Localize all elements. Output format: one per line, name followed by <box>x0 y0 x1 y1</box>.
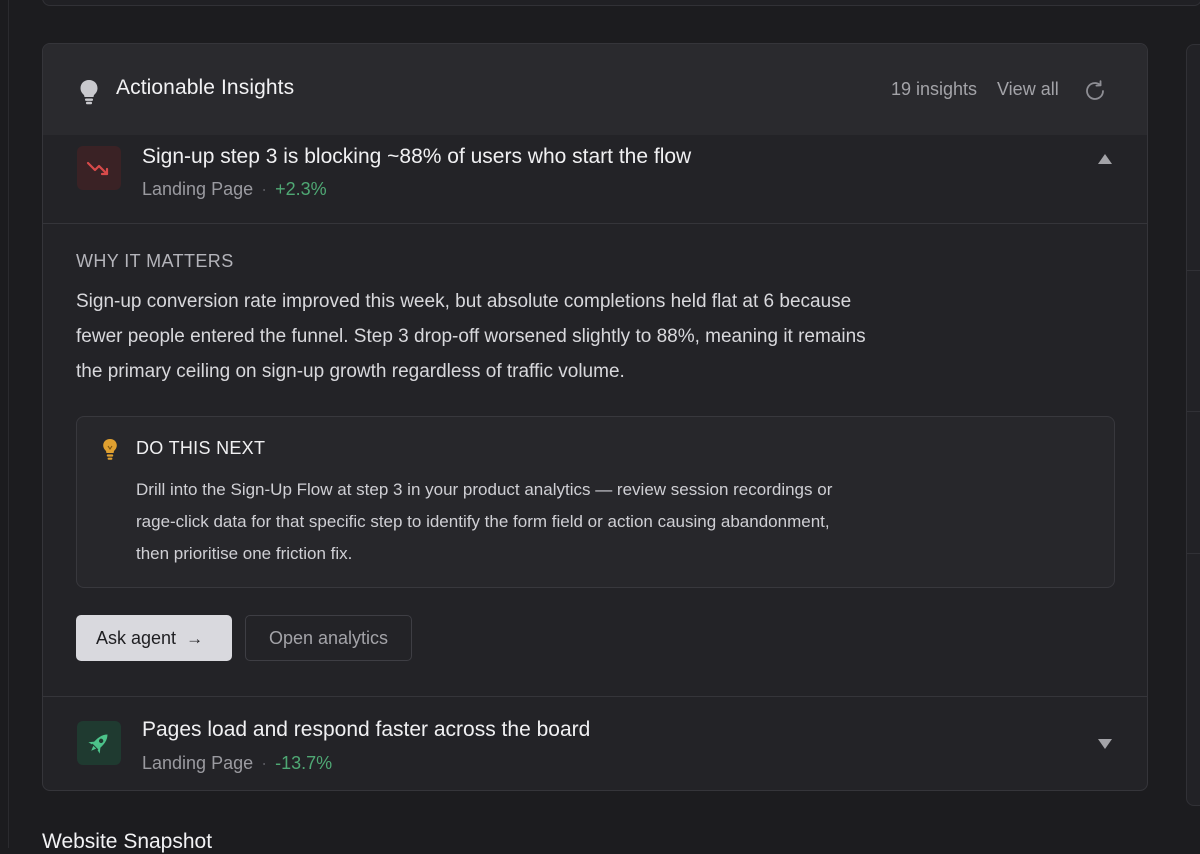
ask-agent-label: Ask agent <box>96 627 177 648</box>
meta-separator: · <box>261 753 268 773</box>
do-this-next-box: DO THIS NEXT Drill into the Sign-Up Flow… <box>76 416 1115 588</box>
insight-title: Pages load and respond faster across the… <box>142 718 591 741</box>
insight-delta: +2.3% <box>275 179 327 199</box>
lightbulb-icon <box>80 80 98 105</box>
why-it-matters-text: Sign-up conversion rate improved this we… <box>76 291 866 382</box>
panel-header: Actionable Insights 19 insights View all <box>43 44 1147 135</box>
refresh-icon[interactable] <box>1083 79 1107 103</box>
insight-item[interactable]: Sign-up step 3 is blocking ~88% of users… <box>43 135 1147 224</box>
insight-title: Sign-up step 3 is blocking ~88% of users… <box>142 145 692 168</box>
expand-triangle-icon[interactable] <box>1096 737 1114 751</box>
insight-delta: -13.7% <box>275 753 333 773</box>
insight-page: Landing Page <box>142 753 254 773</box>
ask-agent-button[interactable]: Ask agent → <box>76 615 232 661</box>
why-it-matters-label: WHY IT MATTERS <box>76 251 234 271</box>
meta-separator: · <box>261 179 268 199</box>
website-snapshot-title: Website Snapshot <box>42 830 213 853</box>
lightbulb-icon <box>103 439 117 460</box>
right-card-edge <box>1186 44 1200 806</box>
top-card-edge <box>42 0 1200 6</box>
rocket-icon <box>77 721 121 765</box>
insights-count: 19 insights <box>891 79 978 99</box>
trend-down-icon <box>77 146 121 190</box>
insight-meta: Landing Page · -13.7% <box>142 753 332 774</box>
view-all-link[interactable]: View all <box>997 79 1059 100</box>
insight-page: Landing Page <box>142 179 254 199</box>
actionable-insights-panel: Actionable Insights 19 insights View all… <box>42 43 1148 791</box>
left-rail <box>0 0 9 848</box>
do-this-next-label: DO THIS NEXT <box>136 438 266 458</box>
insight-item[interactable]: Pages load and respond faster across the… <box>43 696 1147 790</box>
insight-detail: WHY IT MATTERS Sign-up conversion rate i… <box>43 224 1147 696</box>
panel-title: Actionable Insights <box>116 76 295 99</box>
do-this-next-text: Drill into the Sign-Up Flow at step 3 in… <box>136 480 833 563</box>
open-analytics-button[interactable]: Open analytics <box>245 615 412 661</box>
insight-meta: Landing Page · +2.3% <box>142 179 327 200</box>
arrow-right-icon: → <box>186 628 204 648</box>
collapse-triangle-icon[interactable] <box>1096 152 1114 166</box>
